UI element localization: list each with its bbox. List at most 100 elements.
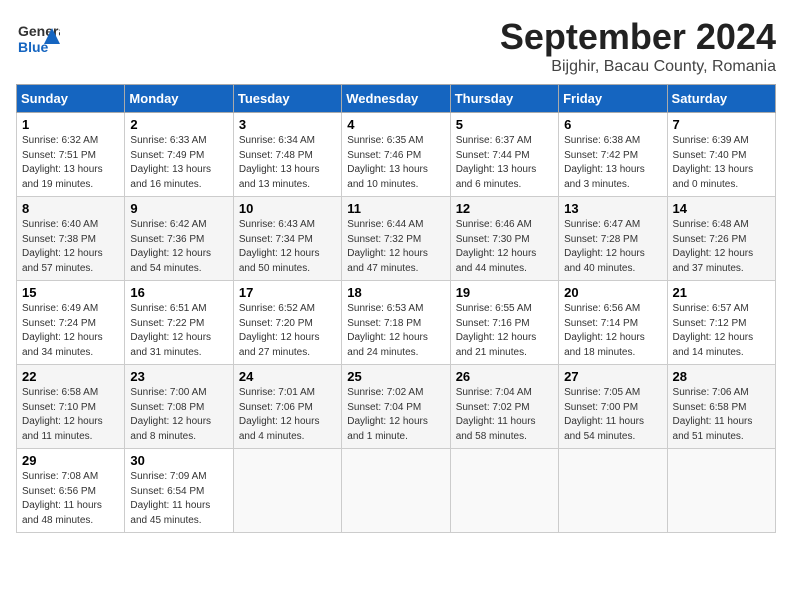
week-row-1: 1 Sunrise: 6:32 AM Sunset: 7:51 PM Daylig…	[17, 113, 776, 197]
day-number: 15	[22, 285, 120, 300]
logo-text: General Blue	[16, 16, 60, 65]
calendar-subtitle: Bijghir, Bacau County, Romania	[500, 58, 776, 76]
day-number: 6	[564, 117, 662, 132]
calendar-table: SundayMondayTuesdayWednesdayThursdayFrid…	[16, 84, 776, 533]
day-info: Sunrise: 6:57 AM Sunset: 7:12 PM Dayligh…	[673, 302, 771, 360]
day-info: Sunrise: 7:05 AM Sunset: 7:00 PM Dayligh…	[564, 386, 662, 444]
day-info: Sunrise: 7:06 AM Sunset: 6:58 PM Dayligh…	[673, 386, 771, 444]
day-cell: 15 Sunrise: 6:49 AM Sunset: 7:24 PM Dayli…	[17, 281, 125, 365]
day-number: 26	[456, 369, 554, 384]
day-info: Sunrise: 7:04 AM Sunset: 7:02 PM Dayligh…	[456, 386, 554, 444]
day-cell	[233, 449, 341, 533]
header-sunday: Sunday	[17, 85, 125, 113]
day-number: 19	[456, 285, 554, 300]
header-monday: Monday	[125, 85, 233, 113]
day-cell: 23 Sunrise: 7:00 AM Sunset: 7:08 PM Dayli…	[125, 365, 233, 449]
day-cell: 25 Sunrise: 7:02 AM Sunset: 7:04 PM Dayli…	[342, 365, 450, 449]
day-info: Sunrise: 6:51 AM Sunset: 7:22 PM Dayligh…	[130, 302, 228, 360]
svg-text:Blue: Blue	[18, 39, 49, 55]
day-info: Sunrise: 6:47 AM Sunset: 7:28 PM Dayligh…	[564, 218, 662, 276]
day-info: Sunrise: 6:39 AM Sunset: 7:40 PM Dayligh…	[673, 134, 771, 192]
day-number: 4	[347, 117, 445, 132]
day-number: 16	[130, 285, 228, 300]
day-info: Sunrise: 6:40 AM Sunset: 7:38 PM Dayligh…	[22, 218, 120, 276]
day-cell: 11 Sunrise: 6:44 AM Sunset: 7:32 PM Dayli…	[342, 197, 450, 281]
day-info: Sunrise: 7:09 AM Sunset: 6:54 PM Dayligh…	[130, 470, 228, 528]
day-number: 30	[130, 453, 228, 468]
day-info: Sunrise: 6:56 AM Sunset: 7:14 PM Dayligh…	[564, 302, 662, 360]
day-cell: 10Sunrise: 6:43 AM Sunset: 7:34 PM Dayli…	[233, 197, 341, 281]
day-cell: 21 Sunrise: 6:57 AM Sunset: 7:12 PM Dayli…	[667, 281, 775, 365]
day-cell: 16 Sunrise: 6:51 AM Sunset: 7:22 PM Dayli…	[125, 281, 233, 365]
day-info: Sunrise: 6:46 AM Sunset: 7:30 PM Dayligh…	[456, 218, 554, 276]
header-saturday: Saturday	[667, 85, 775, 113]
logo-icon: General Blue	[16, 16, 60, 60]
title-block: September 2024 Bijghir, Bacau County, Ro…	[500, 16, 776, 76]
day-number: 14	[673, 201, 771, 216]
day-cell	[342, 449, 450, 533]
day-number: 20	[564, 285, 662, 300]
day-info: Sunrise: 7:00 AM Sunset: 7:08 PM Dayligh…	[130, 386, 228, 444]
calendar-header-row: SundayMondayTuesdayWednesdayThursdayFrid…	[17, 85, 776, 113]
logo: General Blue	[16, 16, 60, 65]
day-info: Sunrise: 6:32 AM Sunset: 7:51 PM Dayligh…	[22, 134, 120, 192]
week-row-3: 15 Sunrise: 6:49 AM Sunset: 7:24 PM Dayli…	[17, 281, 776, 365]
calendar-title: September 2024	[500, 16, 776, 58]
day-info: Sunrise: 6:43 AM Sunset: 7:34 PM Dayligh…	[239, 218, 337, 276]
day-number: 25	[347, 369, 445, 384]
day-info: Sunrise: 6:48 AM Sunset: 7:26 PM Dayligh…	[673, 218, 771, 276]
day-info: Sunrise: 7:02 AM Sunset: 7:04 PM Dayligh…	[347, 386, 445, 444]
day-info: Sunrise: 6:33 AM Sunset: 7:49 PM Dayligh…	[130, 134, 228, 192]
day-info: Sunrise: 6:34 AM Sunset: 7:48 PM Dayligh…	[239, 134, 337, 192]
week-row-4: 22 Sunrise: 6:58 AM Sunset: 7:10 PM Dayli…	[17, 365, 776, 449]
day-number: 17	[239, 285, 337, 300]
day-cell: 2 Sunrise: 6:33 AM Sunset: 7:49 PM Daylig…	[125, 113, 233, 197]
day-cell: 27Sunrise: 7:05 AM Sunset: 7:00 PM Dayli…	[559, 365, 667, 449]
day-cell	[667, 449, 775, 533]
day-cell: 20 Sunrise: 6:56 AM Sunset: 7:14 PM Dayli…	[559, 281, 667, 365]
day-number: 12	[456, 201, 554, 216]
day-number: 21	[673, 285, 771, 300]
day-cell: 19 Sunrise: 6:55 AM Sunset: 7:16 PM Dayli…	[450, 281, 558, 365]
day-cell: 22 Sunrise: 6:58 AM Sunset: 7:10 PM Dayli…	[17, 365, 125, 449]
week-row-2: 8 Sunrise: 6:40 AM Sunset: 7:38 PM Daylig…	[17, 197, 776, 281]
day-info: Sunrise: 6:42 AM Sunset: 7:36 PM Dayligh…	[130, 218, 228, 276]
calendar-body: 1 Sunrise: 6:32 AM Sunset: 7:51 PM Daylig…	[17, 113, 776, 533]
day-number: 29	[22, 453, 120, 468]
day-number: 1	[22, 117, 120, 132]
day-number: 9	[130, 201, 228, 216]
day-number: 22	[22, 369, 120, 384]
day-cell	[450, 449, 558, 533]
day-number: 24	[239, 369, 337, 384]
day-info: Sunrise: 6:55 AM Sunset: 7:16 PM Dayligh…	[456, 302, 554, 360]
day-info: Sunrise: 6:35 AM Sunset: 7:46 PM Dayligh…	[347, 134, 445, 192]
day-cell: 12 Sunrise: 6:46 AM Sunset: 7:30 PM Dayli…	[450, 197, 558, 281]
day-cell: 28 Sunrise: 7:06 AM Sunset: 6:58 PM Dayli…	[667, 365, 775, 449]
day-number: 2	[130, 117, 228, 132]
day-cell: 3 Sunrise: 6:34 AM Sunset: 7:48 PM Daylig…	[233, 113, 341, 197]
day-info: Sunrise: 6:37 AM Sunset: 7:44 PM Dayligh…	[456, 134, 554, 192]
day-number: 11	[347, 201, 445, 216]
day-number: 7	[673, 117, 771, 132]
day-cell: 14 Sunrise: 6:48 AM Sunset: 7:26 PM Dayli…	[667, 197, 775, 281]
page-header: General Blue September 2024 Bijghir, Bac…	[16, 16, 776, 76]
day-cell: 17Sunrise: 6:52 AM Sunset: 7:20 PM Dayli…	[233, 281, 341, 365]
day-cell: 29 Sunrise: 7:08 AM Sunset: 6:56 PM Dayli…	[17, 449, 125, 533]
day-number: 8	[22, 201, 120, 216]
day-info: Sunrise: 6:44 AM Sunset: 7:32 PM Dayligh…	[347, 218, 445, 276]
day-cell: 24Sunrise: 7:01 AM Sunset: 7:06 PM Dayli…	[233, 365, 341, 449]
day-number: 28	[673, 369, 771, 384]
day-number: 5	[456, 117, 554, 132]
day-cell: 13 Sunrise: 6:47 AM Sunset: 7:28 PM Dayli…	[559, 197, 667, 281]
day-info: Sunrise: 6:58 AM Sunset: 7:10 PM Dayligh…	[22, 386, 120, 444]
day-info: Sunrise: 6:49 AM Sunset: 7:24 PM Dayligh…	[22, 302, 120, 360]
day-number: 3	[239, 117, 337, 132]
day-cell: 18Sunrise: 6:53 AM Sunset: 7:18 PM Dayli…	[342, 281, 450, 365]
day-number: 23	[130, 369, 228, 384]
day-info: Sunrise: 7:08 AM Sunset: 6:56 PM Dayligh…	[22, 470, 120, 528]
day-cell: 5 Sunrise: 6:37 AM Sunset: 7:44 PM Daylig…	[450, 113, 558, 197]
day-number: 13	[564, 201, 662, 216]
header-tuesday: Tuesday	[233, 85, 341, 113]
day-cell: 1 Sunrise: 6:32 AM Sunset: 7:51 PM Daylig…	[17, 113, 125, 197]
day-cell: 7 Sunrise: 6:39 AM Sunset: 7:40 PM Daylig…	[667, 113, 775, 197]
